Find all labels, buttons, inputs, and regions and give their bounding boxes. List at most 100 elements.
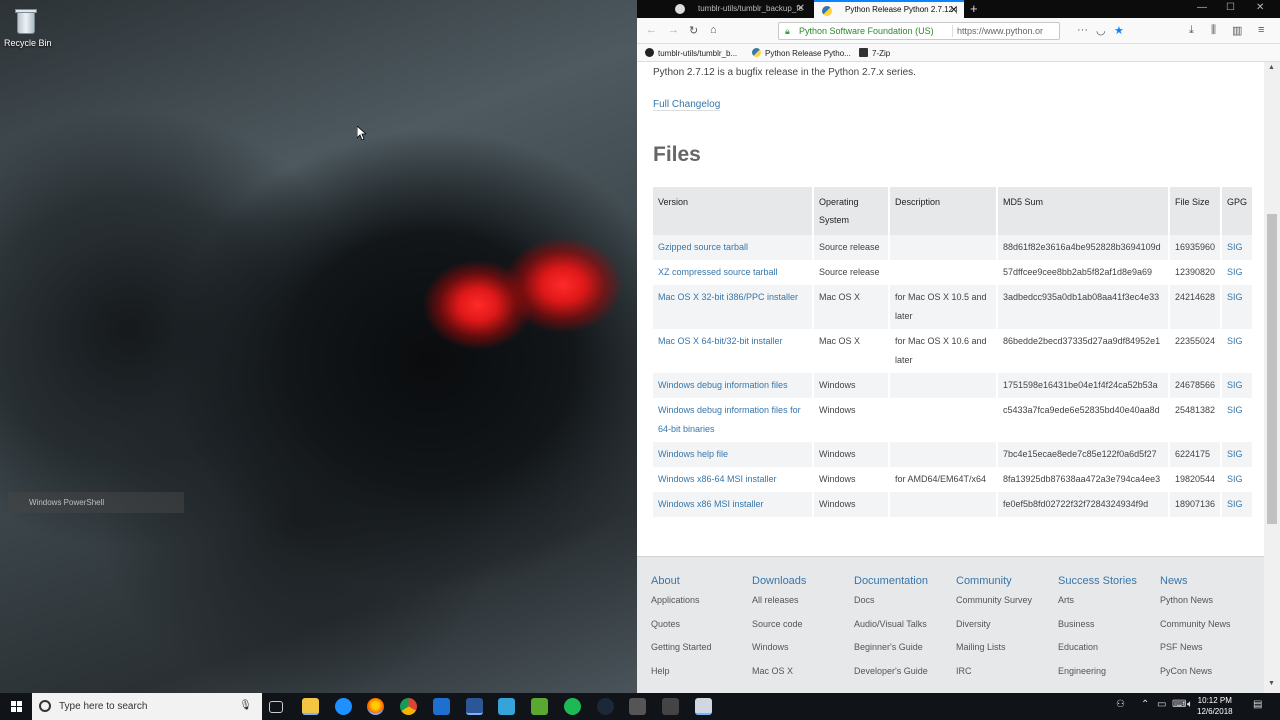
bookmark-python-release[interactable]: Python Release Pytho... (752, 48, 851, 58)
minimize-icon[interactable]: — (1197, 2, 1207, 13)
taskbar-search-box[interactable]: Type here to search 🎙︎ (32, 693, 262, 720)
visual-studio-code-icon[interactable] (433, 698, 450, 715)
footer-link[interactable]: Windows (752, 642, 806, 666)
show-hidden-icons[interactable]: ⌃ (1141, 699, 1149, 710)
full-changelog-link[interactable]: Full Changelog (653, 99, 721, 111)
close-window-icon[interactable]: ✕ (1256, 2, 1264, 13)
chrome-icon[interactable] (400, 698, 417, 715)
bookmark-star-icon[interactable]: ★ (1114, 24, 1124, 37)
footer-link[interactable]: Getting Started (651, 642, 712, 666)
home-icon[interactable]: ⌂ (710, 24, 717, 36)
footer-link[interactable]: Business (1058, 619, 1137, 643)
sig-link[interactable]: SIG (1227, 405, 1243, 415)
footer-link[interactable]: Quotes (651, 619, 712, 643)
footer-link[interactable]: Mailing Lists (956, 642, 1032, 666)
footer-link[interactable]: Help (651, 666, 712, 690)
pocket-icon[interactable]: ◡ (1096, 24, 1106, 37)
page-scrollbar[interactable]: ▲ ▼ (1264, 62, 1280, 693)
steam-icon[interactable] (597, 698, 614, 715)
url-text[interactable]: https://www.python.or (957, 26, 1043, 36)
firefox-icon[interactable] (367, 698, 384, 715)
downloads-icon[interactable]: ⤓ (1189, 24, 1194, 37)
scroll-up-icon[interactable]: ▲ (1268, 64, 1275, 71)
footer-link[interactable]: Education (1058, 642, 1137, 666)
footer-link[interactable]: Python News (1160, 595, 1231, 619)
maximize-icon[interactable]: ☐ (1226, 2, 1235, 13)
sig-link[interactable]: SIG (1227, 336, 1243, 346)
download-link[interactable]: Windows debug information files (658, 380, 788, 390)
download-link[interactable]: Windows x86-64 MSI installer (658, 474, 777, 484)
sig-link[interactable]: SIG (1227, 292, 1243, 302)
page-actions-icon[interactable]: ··· (1077, 24, 1088, 36)
sig-link[interactable]: SIG (1227, 267, 1243, 277)
start-button[interactable] (0, 693, 32, 720)
download-link[interactable]: XZ compressed source tarball (658, 267, 778, 277)
footer-link[interactable]: Developer's Guide (854, 666, 928, 690)
sig-link[interactable]: SIG (1227, 242, 1243, 252)
lock-icon[interactable]: 🔒︎ (785, 26, 790, 37)
sig-link[interactable]: SIG (1227, 380, 1243, 390)
forward-icon[interactable]: → (668, 24, 679, 36)
footer-link[interactable]: Diversity (956, 619, 1032, 643)
footer-link[interactable]: Community Survey (956, 595, 1032, 619)
task-view-icon[interactable] (269, 701, 283, 713)
footer-link[interactable]: Mac OS X (752, 666, 806, 690)
action-center-icon[interactable]: ▤ (1253, 699, 1262, 710)
scroll-down-icon[interactable]: ▼ (1268, 680, 1275, 687)
spotify-icon[interactable] (564, 698, 581, 715)
powershell-icon[interactable] (466, 698, 483, 715)
footer-heading[interactable]: About (651, 575, 712, 587)
library-icon[interactable]: ⫼ (1211, 24, 1216, 37)
close-icon[interactable]: ✕ (950, 5, 958, 16)
app-icon[interactable] (629, 698, 646, 715)
reload-icon[interactable]: ↻ (689, 24, 698, 37)
sig-link[interactable]: SIG (1227, 449, 1243, 459)
download-link[interactable]: Mac OS X 64-bit/32-bit installer (658, 336, 783, 346)
sig-link[interactable]: SIG (1227, 499, 1243, 509)
snipping-tool-icon[interactable] (662, 698, 679, 715)
footer-link[interactable]: Audio/Visual Talks (854, 619, 928, 643)
footer-link[interactable]: PSF News (1160, 642, 1231, 666)
new-tab-button[interactable]: + (970, 1, 978, 16)
scrollbar-thumb[interactable] (1267, 214, 1277, 524)
system-clock[interactable]: 10:12 PM 12/6/2018 (1197, 695, 1233, 717)
tab-python-release[interactable]: Python Release Python 2.7.12 | ✕ (814, 0, 964, 18)
download-link[interactable]: Windows debug information files for 64-b… (658, 405, 801, 434)
sidebar-icon[interactable]: ▥ (1232, 24, 1242, 37)
recycle-bin-shortcut[interactable]: Recycle Bin (4, 6, 52, 48)
footer-link[interactable]: Engineering (1058, 666, 1137, 690)
download-link[interactable]: Windows x86 MSI installer (658, 499, 764, 509)
footer-heading[interactable]: Success Stories (1058, 575, 1137, 587)
volume-icon[interactable]: 🔈︎ (1187, 699, 1193, 710)
sig-link[interactable]: SIG (1227, 474, 1243, 484)
edge-icon[interactable] (335, 698, 352, 715)
azure-icon[interactable] (498, 698, 515, 715)
microphone-icon[interactable]: 🎙︎ (239, 700, 252, 711)
footer-link[interactable]: All releases (752, 595, 806, 619)
download-link[interactable]: Mac OS X 32-bit i386/PPC installer (658, 292, 798, 302)
tab-tumblr-utils[interactable]: tumblr-utils/tumblr_backup_fe ✕ (667, 0, 811, 18)
footer-link[interactable]: Beginner's Guide (854, 642, 928, 666)
notepad-plus-plus-icon[interactable] (531, 698, 548, 715)
footer-link[interactable]: Arts (1058, 595, 1137, 619)
footer-link[interactable]: Community News (1160, 619, 1231, 643)
footer-heading[interactable]: Downloads (752, 575, 806, 587)
footer-heading[interactable]: News (1160, 575, 1231, 587)
people-icon[interactable]: ⚇ (1116, 699, 1125, 710)
footer-link[interactable]: PyCon News (1160, 666, 1231, 690)
battery-icon[interactable]: ▭ (1157, 699, 1166, 710)
footer-heading[interactable]: Community (956, 575, 1032, 587)
download-link[interactable]: Gzipped source tarball (658, 242, 748, 252)
download-link[interactable]: Windows help file (658, 449, 728, 459)
footer-link[interactable]: Docs (854, 595, 928, 619)
site-identity[interactable]: Python Software Foundation (US) (799, 26, 934, 36)
back-icon[interactable]: ← (646, 24, 657, 36)
bookmark-7zip[interactable]: 7-Zip (859, 48, 890, 58)
menu-icon[interactable]: ≡ (1258, 24, 1264, 36)
footer-link[interactable]: Applications (651, 595, 712, 619)
footer-link[interactable]: IRC (956, 666, 1032, 690)
address-bar[interactable]: 🔒︎ Python Software Foundation (US) https… (778, 22, 1060, 40)
network-icon[interactable]: ⌨ (1172, 699, 1186, 710)
footer-link[interactable]: Source code (752, 619, 806, 643)
bookmark-tumblr-utils[interactable]: tumblr-utils/tumblr_b... (645, 48, 737, 58)
